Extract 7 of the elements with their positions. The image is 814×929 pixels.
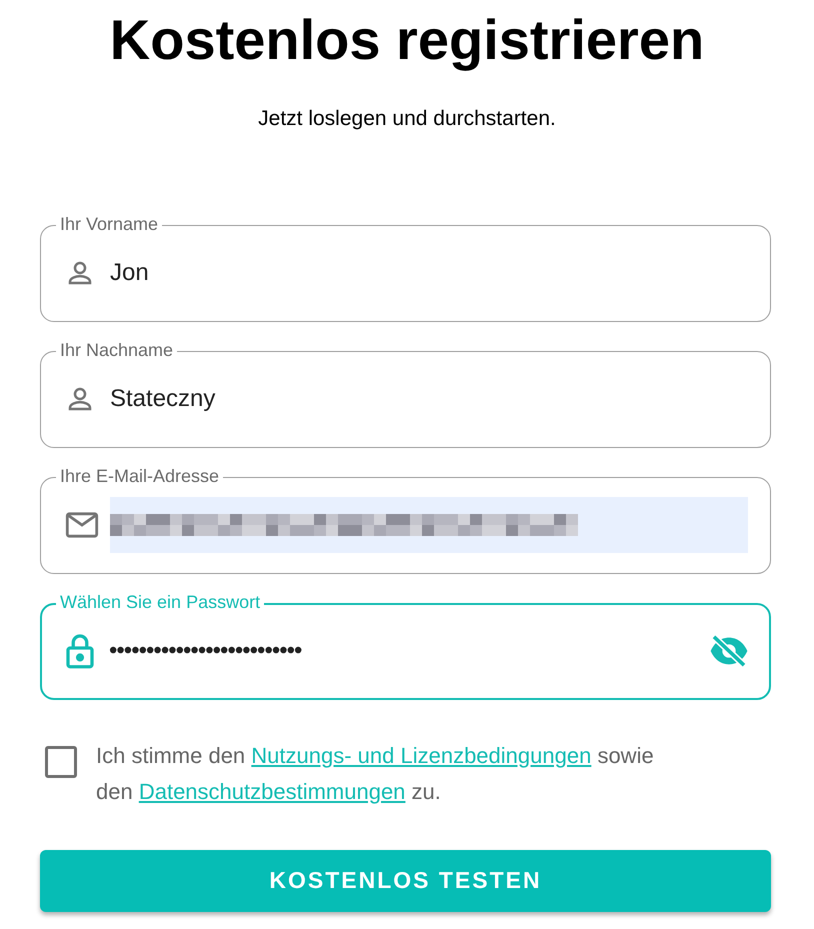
- consent-text: Ich stimme den Nutzungs- und Lizenzbedingungen sowie den Datenschutzbestimmungen zu.: [96, 742, 655, 806]
- page-title: Kostenlos registrieren: [108, 7, 706, 73]
- lock-icon: [65, 633, 95, 670]
- checkbox[interactable]: [45, 746, 77, 778]
- eye-slash-icon[interactable]: [709, 634, 749, 668]
- subtitle: Jetzt loslegen und durchstarten.: [257, 106, 557, 132]
- mail-icon: [65, 511, 99, 540]
